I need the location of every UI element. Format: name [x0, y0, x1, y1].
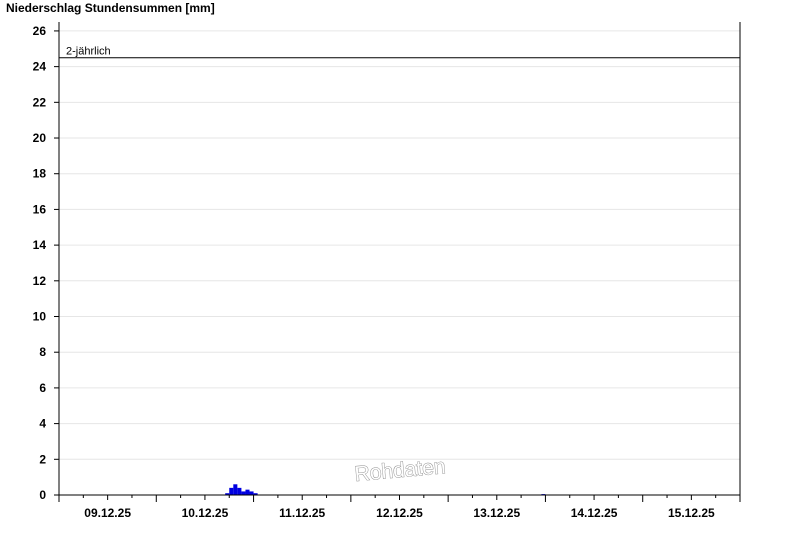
precip-bar — [245, 489, 250, 495]
y-tick-label: 8 — [39, 345, 46, 359]
threshold-label: 2-jährlich — [66, 46, 111, 58]
axis-layer — [54, 22, 741, 502]
y-tick-label: 14 — [33, 238, 47, 252]
y-tick-label: 16 — [33, 202, 47, 216]
bar-layer — [225, 484, 546, 495]
label-layer: 024681012141618202224262-jährlich09.12.2… — [33, 24, 715, 520]
x-tick-label: 09.12.25 — [84, 506, 131, 520]
grid-layer — [59, 30, 740, 460]
precip-bar — [249, 491, 254, 495]
x-tick-label: 13.12.25 — [473, 506, 520, 520]
x-tick-label: 14.12.25 — [571, 506, 618, 520]
precip-bar — [229, 487, 234, 495]
y-tick-label: 26 — [33, 24, 47, 38]
y-tick-label: 12 — [33, 274, 47, 288]
x-tick-label: 11.12.25 — [279, 506, 325, 520]
x-tick-label: 12.12.25 — [376, 506, 423, 520]
y-tick-label: 22 — [33, 95, 47, 109]
y-tick-label: 6 — [39, 381, 46, 395]
y-tick-label: 20 — [33, 131, 47, 145]
y-tick-label: 24 — [33, 60, 47, 74]
precip-bar — [241, 491, 246, 495]
y-tick-label: 4 — [39, 417, 46, 431]
chart-svg: 024681012141618202224262-jährlich09.12.2… — [33, 22, 741, 520]
x-tick-label: 15.12.25 — [668, 506, 715, 520]
y-tick-label: 2 — [39, 452, 46, 466]
x-tick-label: 10.12.25 — [182, 506, 229, 520]
precip-bar — [233, 484, 238, 495]
precip-bar — [237, 487, 242, 495]
y-tick-label: 0 — [39, 488, 46, 502]
y-tick-label: 18 — [33, 167, 47, 181]
y-tick-label: 10 — [33, 310, 47, 324]
